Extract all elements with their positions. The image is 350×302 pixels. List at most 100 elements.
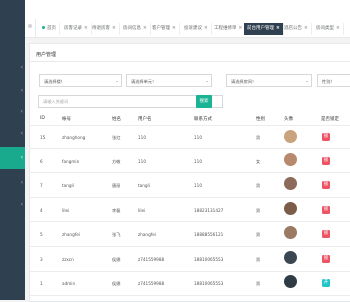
tab-repairs[interactable]: 工程维修单 ✖ [211, 23, 247, 35]
cell-username: 110 [138, 159, 146, 164]
lock-badge[interactable]: 锁 [322, 181, 330, 189]
cell-contact: 110 [194, 135, 202, 140]
dot-icon [42, 26, 45, 29]
avatar [284, 226, 297, 239]
cell-gender: 男 [256, 208, 261, 213]
filter-unit-select[interactable]: 请选择单元！ ⌄ [126, 74, 212, 87]
cell-id: 5 [40, 232, 43, 237]
cell-username: 110 [138, 135, 146, 140]
close-icon[interactable]: ✖ [143, 23, 147, 35]
cell-contact: 110 [194, 183, 202, 188]
cell-gender: 女 [256, 159, 261, 164]
lock-badge[interactable]: 锁 [322, 133, 330, 141]
cell-username: z741559988 [138, 281, 165, 286]
tab-bar: 首页 房客记录 ✖ 待退房客 ✖ 房间信息 ✖ 客户管理 ✖ 投诉建议 ✖ 工程维修单 ✖ … [25, 0, 350, 38]
tab-scroll-left-button[interactable] [25, 19, 36, 37]
sidebar-item-7[interactable]: ‹ [0, 198, 25, 212]
lock-badge[interactable]: 锁 [322, 157, 330, 165]
tab-user-management[interactable]: 前台用户管理 ✖ [244, 23, 284, 35]
close-icon[interactable]: ✖ [276, 23, 280, 35]
tab-announcements[interactable]: 酒店公告 ✖ [281, 23, 312, 35]
cell-gender: 男 [256, 281, 261, 286]
col-header-avatar: 头像 [284, 117, 293, 122]
divider [29, 148, 350, 149]
cell-id: 6 [40, 159, 43, 164]
cell-username: z741559988 [138, 257, 165, 262]
cell-contact: 18823131427 [194, 208, 224, 213]
avatar [284, 177, 297, 190]
filter-building-select[interactable]: 请选择楼！ ⌄ [39, 74, 122, 87]
chevron-left-icon: ‹ [20, 201, 23, 208]
filter-gender-select[interactable]: 性别！ [317, 74, 350, 87]
close-icon[interactable]: ✖ [112, 23, 116, 35]
cell-id: 7 [40, 183, 43, 188]
sidebar-item-active[interactable]: ‹ [0, 147, 25, 169]
search-button[interactable]: 搜索 [196, 95, 212, 108]
cell-id: 15 [40, 135, 46, 140]
unlock-badge[interactable]: 开 [322, 279, 330, 287]
cell-name: 张飞 [112, 232, 121, 237]
filter-room-select[interactable]: 请选择房间！ ⌄ [226, 74, 312, 87]
cell-name: 侯娜 [112, 257, 121, 262]
lock-badge[interactable]: 锁 [322, 206, 330, 214]
tab-checkout[interactable]: 待退房客 ✖ [89, 23, 120, 35]
cell-account: zhanghong [62, 135, 86, 140]
cell-name: 方敏 [112, 159, 121, 164]
sidebar-item-4[interactable]: ‹ [0, 127, 25, 141]
sidebar-item-2[interactable]: ‹ [0, 84, 25, 98]
cell-account: lilei [62, 208, 70, 213]
cell-id: 3 [40, 257, 43, 262]
tab-home[interactable]: 首页 [39, 23, 60, 35]
tab-rooms[interactable]: 房间信息 ✖ [120, 23, 151, 35]
cell-id: 4 [40, 208, 43, 213]
cell-name: 侯娜 [112, 281, 121, 286]
chevron-left-icon: ‹ [20, 64, 23, 71]
divider [29, 246, 350, 247]
divider [29, 172, 350, 173]
chevron-down-icon: ⌄ [305, 79, 309, 84]
chevron-left-icon: ‹ [20, 130, 23, 137]
divider [29, 221, 350, 222]
close-icon[interactable]: ✖ [172, 23, 176, 35]
sidebar: ‹ ‹ ‹ ‹ ‹ ‹ ‹ [0, 0, 25, 300]
sidebar-item-6[interactable]: ‹ [0, 176, 25, 190]
cell-account: zhangfei [62, 232, 80, 237]
col-header-username: 用户名 [138, 117, 152, 122]
avatar [284, 275, 297, 288]
close-icon[interactable]: ✖ [336, 23, 340, 35]
cell-id: 1 [40, 281, 43, 286]
divider [29, 197, 350, 198]
sidebar-item-3[interactable]: ‹ [0, 105, 25, 119]
avatar [284, 251, 297, 264]
col-header-id: ID [40, 116, 45, 121]
col-header-contact: 联系方式 [194, 117, 212, 122]
close-icon[interactable]: ✖ [304, 23, 308, 35]
cell-gender: 男 [256, 183, 261, 188]
divider [29, 271, 350, 272]
close-icon[interactable]: ✖ [239, 23, 243, 35]
close-icon[interactable]: ✖ [204, 23, 208, 35]
col-header-account: 帐号 [62, 117, 71, 122]
tab-room-types[interactable]: 房间类型 ✖ [313, 23, 344, 35]
tab-complaints[interactable]: 投诉建议 ✖ [181, 23, 212, 35]
tab-customers[interactable]: 客户管理 ✖ [149, 23, 180, 35]
close-icon[interactable]: ✖ [84, 23, 88, 35]
divider [30, 61, 350, 62]
cell-name: 张红 [112, 135, 121, 140]
cell-contact: 18810065553 [194, 257, 224, 262]
avatar [284, 153, 297, 166]
cell-gender: 男 [256, 135, 261, 140]
chevron-down-icon: ⌄ [205, 79, 209, 84]
panel-title: 用户管理 [36, 52, 57, 58]
sidebar-item-1[interactable]: ‹ [0, 61, 25, 75]
chevron-left-icon: ‹ [20, 108, 23, 115]
lock-badge[interactable]: 锁 [322, 230, 330, 238]
col-header-locked: 是否锁定 [321, 117, 339, 122]
chevron-down-icon: ⌄ [115, 79, 119, 84]
lock-badge[interactable]: 锁 [322, 255, 330, 263]
chevron-left-icon: ‹ [20, 87, 23, 94]
chevron-down-icon: ‹ [20, 154, 23, 161]
cell-contact: 110 [194, 159, 202, 164]
tab-guest-records[interactable]: 房客记录 ✖ [61, 23, 92, 35]
cell-username: zhangfei [138, 232, 156, 237]
